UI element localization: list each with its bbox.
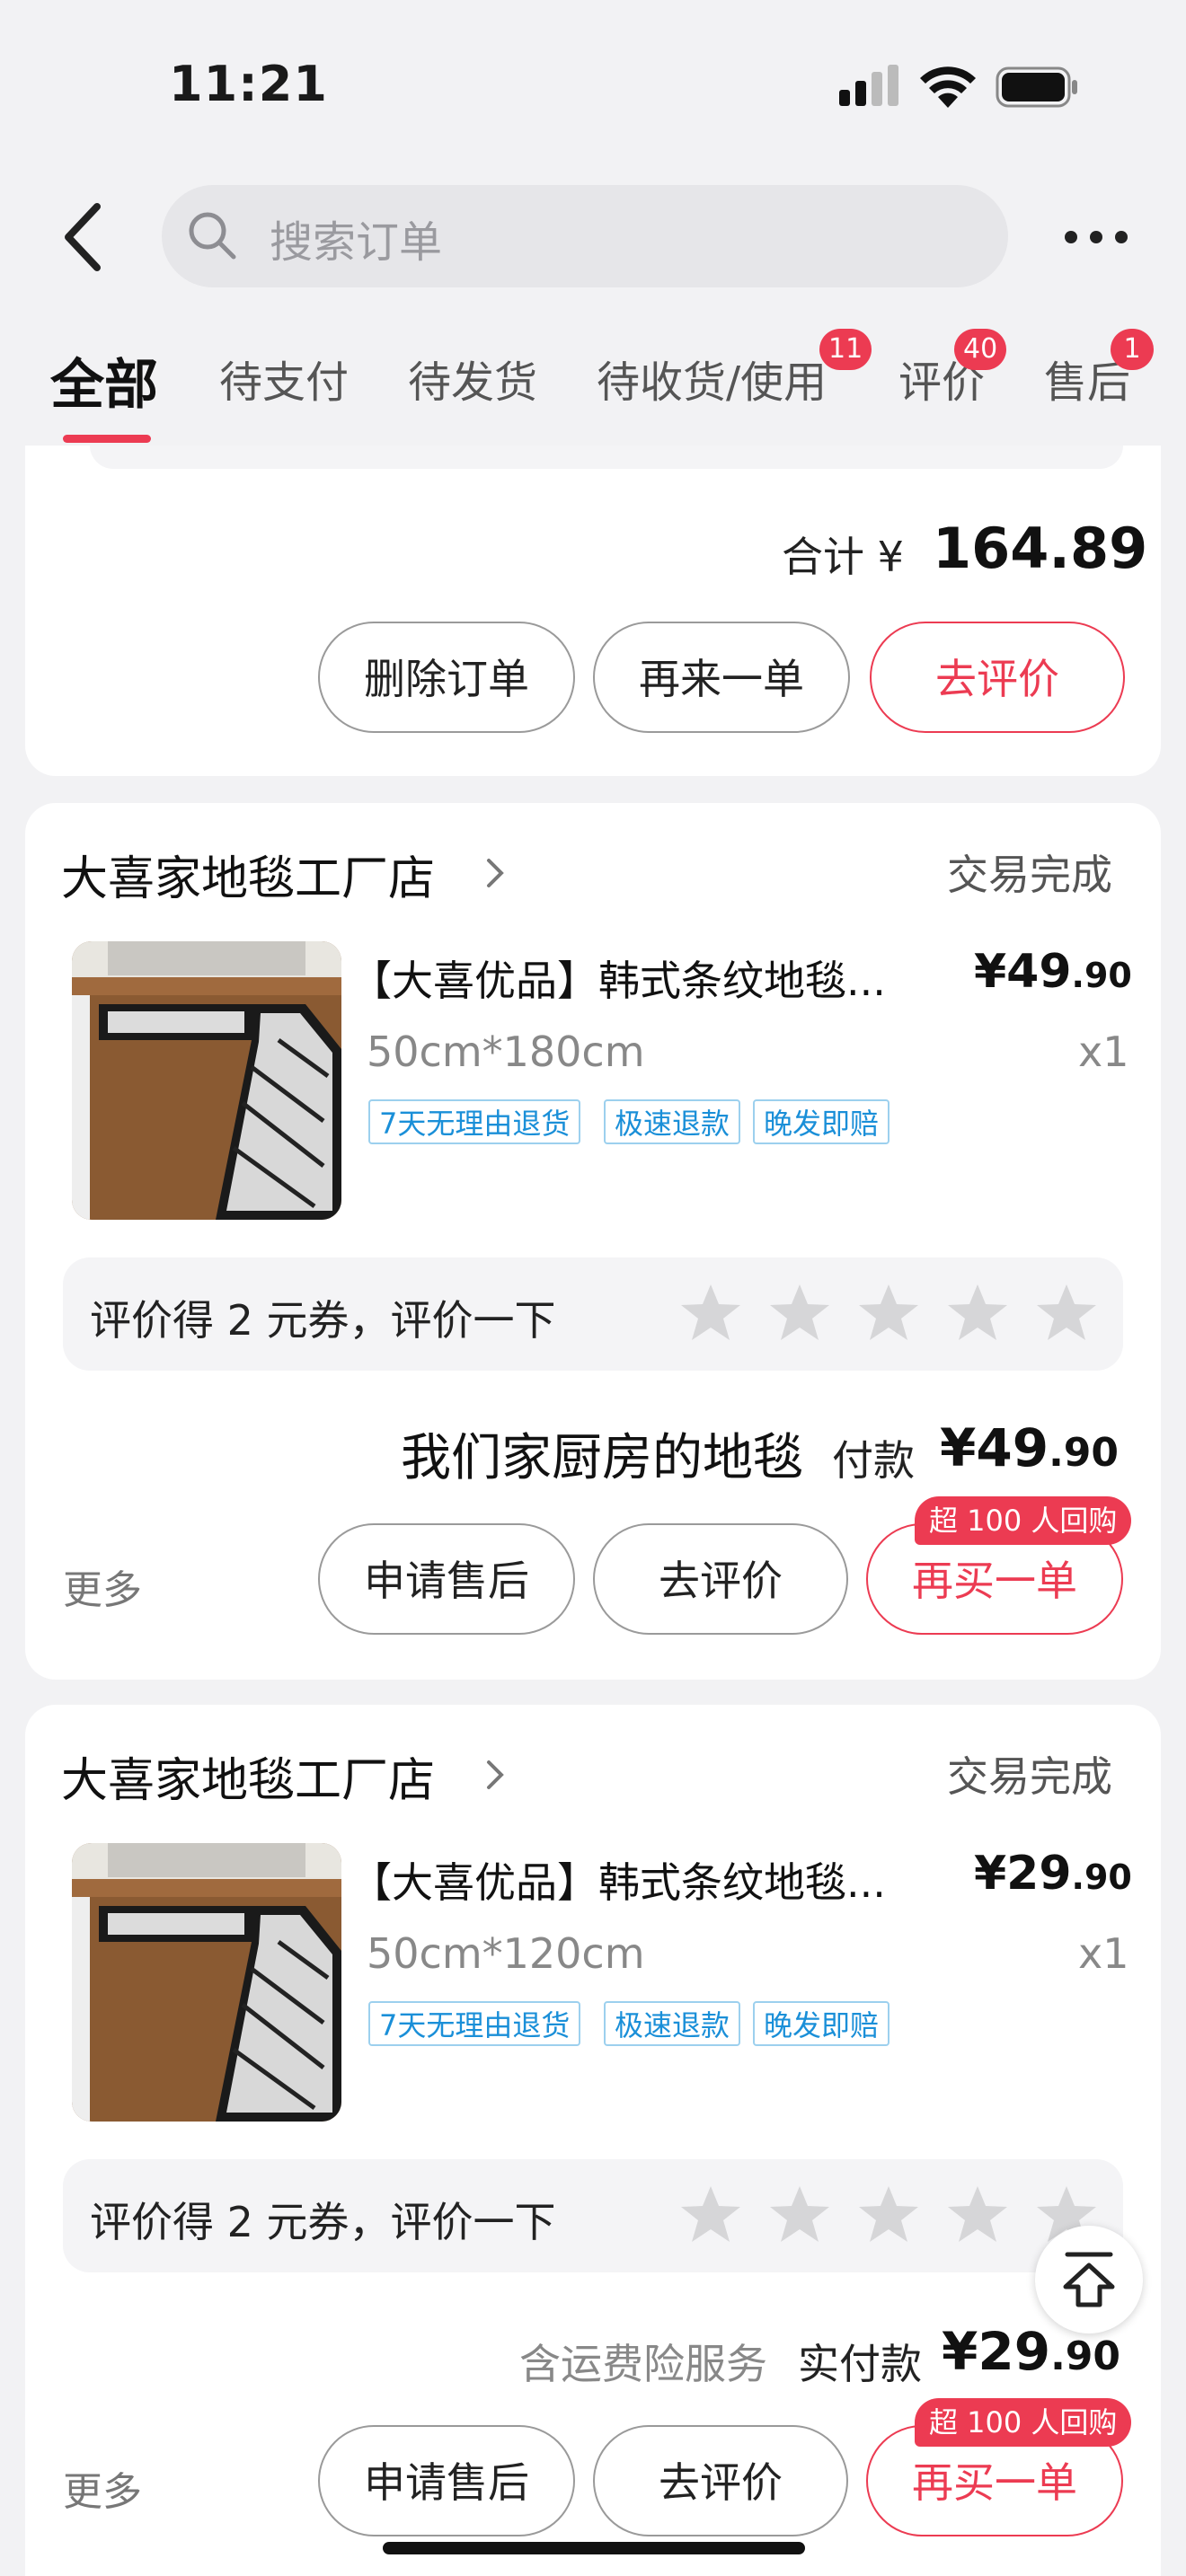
repurchase-badge: 超 100 人回购 bbox=[915, 2398, 1132, 2447]
star-3-icon bbox=[859, 1284, 918, 1340]
review-prompt: 评价得 2 元券，评价一下 bbox=[90, 2198, 556, 2246]
product-qty: x1 bbox=[1078, 1028, 1129, 1076]
more-icon[interactable] bbox=[1060, 212, 1132, 262]
tag-return: 7天无理由退货 bbox=[368, 2001, 581, 2046]
price-main: ¥29 bbox=[974, 1847, 1072, 1901]
review-button[interactable]: 去评价 bbox=[870, 622, 1125, 733]
review-button[interactable]: 去评价 bbox=[593, 1523, 848, 1635]
price-decimal: .90 bbox=[1071, 1857, 1132, 1897]
tag-return: 7天无理由退货 bbox=[368, 1099, 581, 1144]
paid-amount: ¥29.90 bbox=[942, 2321, 1120, 2382]
star-4-icon bbox=[948, 1284, 1007, 1340]
tag-compensation: 晚发即赔 bbox=[753, 2001, 890, 2046]
star-2-icon bbox=[770, 1284, 829, 1340]
chevron-right-icon[interactable] bbox=[482, 1755, 509, 1795]
paid-main: ¥49 bbox=[940, 1417, 1049, 1478]
more-link[interactable]: 更多 bbox=[63, 2459, 142, 2517]
paid-label: 付款 bbox=[832, 1436, 915, 1485]
store-name[interactable]: 大喜家地毯工厂店 bbox=[61, 1742, 435, 1810]
product-spec: 50cm*180cm bbox=[367, 1028, 645, 1076]
price-main: ¥49 bbox=[974, 945, 1072, 999]
review-strip-edge bbox=[90, 446, 1123, 469]
badge-review: 40 bbox=[954, 329, 1007, 370]
search-placeholder: 搜索订单 bbox=[270, 217, 443, 268]
order-status: 交易完成 bbox=[947, 851, 1112, 899]
product-price: ¥49.90 bbox=[974, 945, 1132, 999]
star-1-icon bbox=[681, 1284, 740, 1340]
after-sales-button[interactable]: 申请售后 bbox=[318, 2425, 575, 2536]
order-status: 交易完成 bbox=[947, 1752, 1112, 1801]
star-1-icon bbox=[681, 2186, 740, 2242]
product-title[interactable]: 【大喜优品】韩式条纹地毯... bbox=[350, 948, 886, 1008]
battery-icon bbox=[996, 66, 1077, 108]
badge-pending-receipt: 11 bbox=[819, 329, 872, 370]
tag-refund: 极速退款 bbox=[604, 2001, 741, 2046]
product-spec: 50cm*120cm bbox=[367, 1929, 645, 1978]
product-image[interactable] bbox=[72, 941, 341, 1220]
review-prompt: 评价得 2 元券，评价一下 bbox=[90, 1296, 556, 1345]
paid-label: 实付款 bbox=[798, 2340, 922, 2388]
paid-decimal: .90 bbox=[1050, 2333, 1121, 2379]
tab-all[interactable]: 全部 bbox=[50, 341, 158, 419]
store-name[interactable]: 大喜家地毯工厂店 bbox=[61, 841, 435, 908]
overlay-text: 我们家厨房的地毯 bbox=[401, 1429, 803, 1487]
tab-pending-shipment[interactable]: 待发货 bbox=[408, 347, 537, 410]
badge-after-sales: 1 bbox=[1111, 329, 1154, 370]
total-label: 合计 ¥ bbox=[782, 533, 904, 581]
star-3-icon bbox=[859, 2186, 918, 2242]
price-decimal: .90 bbox=[1071, 956, 1132, 995]
tag-refund: 极速退款 bbox=[604, 1099, 741, 1144]
paid-amount: ¥49.90 bbox=[940, 1417, 1119, 1478]
product-price: ¥29.90 bbox=[974, 1847, 1132, 1901]
wifi-icon bbox=[920, 66, 976, 108]
back-to-top-button[interactable] bbox=[1035, 2226, 1143, 2333]
insurance-label: 含运费险服务 bbox=[519, 2340, 767, 2388]
home-indicator bbox=[383, 2542, 805, 2554]
signal-icon bbox=[839, 65, 898, 106]
tag-compensation: 晚发即赔 bbox=[753, 1099, 890, 1144]
tab-active-underline bbox=[63, 435, 151, 443]
repurchase-badge: 超 100 人回购 bbox=[915, 1496, 1132, 1545]
star-5-icon bbox=[1037, 1284, 1096, 1340]
more-link[interactable]: 更多 bbox=[63, 1557, 142, 1615]
tab-pending-payment[interactable]: 待支付 bbox=[219, 347, 349, 410]
paid-main: ¥29 bbox=[942, 2321, 1051, 2382]
delete-order-button[interactable]: 删除订单 bbox=[318, 622, 575, 733]
product-title[interactable]: 【大喜优品】韩式条纹地毯... bbox=[350, 1850, 886, 1910]
paid-decimal: .90 bbox=[1049, 1430, 1120, 1476]
star-4-icon bbox=[948, 2186, 1007, 2242]
status-time: 11:21 bbox=[169, 56, 328, 112]
tab-pending-receipt[interactable]: 待收货/使用 bbox=[597, 347, 827, 410]
after-sales-button[interactable]: 申请售后 bbox=[318, 1523, 575, 1635]
search-icon bbox=[189, 212, 236, 260]
total-amount: 164.89 bbox=[933, 516, 1148, 581]
rating-stars[interactable] bbox=[679, 1281, 1102, 1349]
reorder-button[interactable]: 再来一单 bbox=[593, 622, 850, 733]
back-to-top-icon bbox=[1063, 2252, 1115, 2307]
back-arrow-icon[interactable] bbox=[56, 199, 113, 275]
chevron-right-icon[interactable] bbox=[482, 853, 509, 893]
star-2-icon bbox=[770, 2186, 829, 2242]
product-qty: x1 bbox=[1078, 1929, 1129, 1978]
review-button[interactable]: 去评价 bbox=[593, 2425, 848, 2536]
product-image[interactable] bbox=[72, 1843, 341, 2122]
